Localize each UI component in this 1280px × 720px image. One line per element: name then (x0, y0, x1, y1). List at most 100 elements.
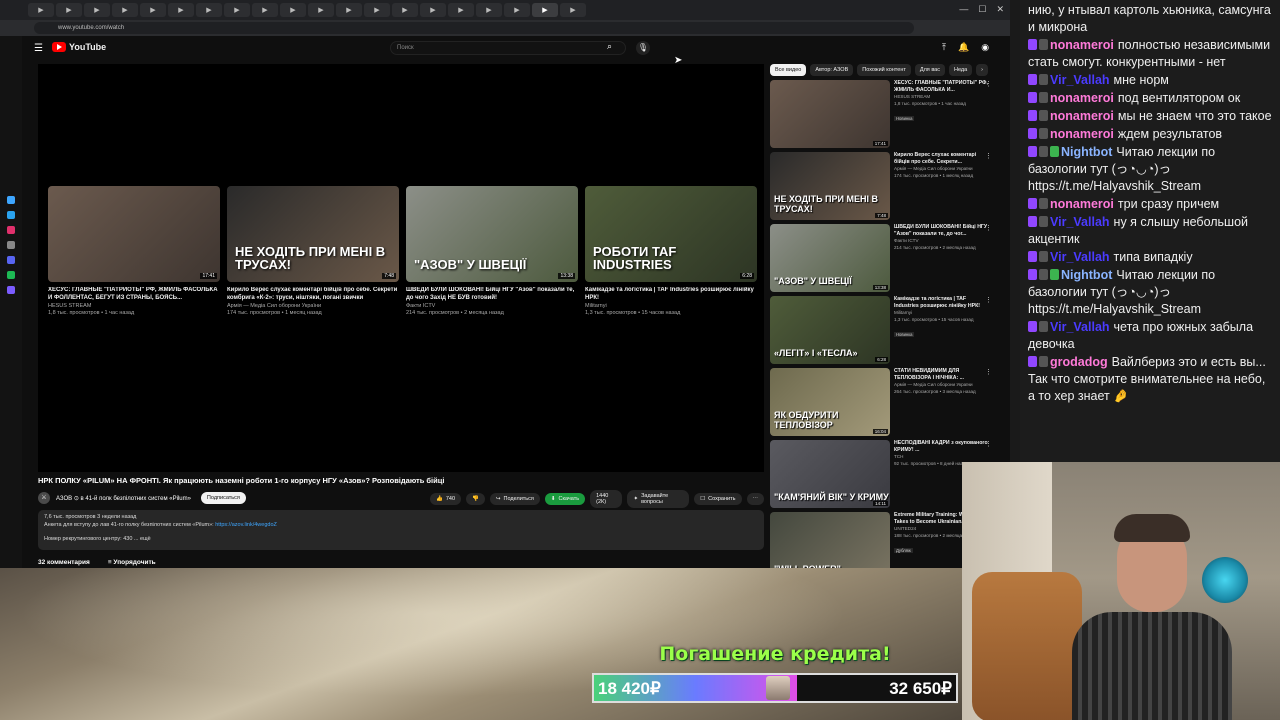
filter-chip[interactable]: Неда (948, 64, 973, 76)
related-video-channel[interactable]: Факти ICTV (894, 238, 990, 244)
sort-comments-button[interactable]: ≡ Упорядочить (108, 559, 156, 566)
filter-chip[interactable]: Все видео (770, 64, 807, 76)
chat-username[interactable]: Nightbot (1061, 268, 1112, 282)
browser-tab[interactable]: ▶ (28, 3, 54, 17)
end-screen-card[interactable]: РОБОТИ TAF INDUSTRIES 6:28 Камікадзе та ло… (585, 186, 757, 317)
related-video-title[interactable]: Кирило Верес слухає коментарі бійців про… (894, 152, 990, 165)
browser-tab[interactable]: ▶ (392, 3, 418, 17)
description-link[interactable]: https://azov.link/4wegdoZ (215, 522, 277, 528)
dock-app-icon[interactable] (7, 196, 15, 204)
video-thumbnail[interactable]: РОБОТИ TAF INDUSTRIES 6:28 (585, 186, 757, 282)
video-player[interactable]: 17:41 ХЕСУС: ГЛАВНЫЕ "ПАТРИОТЫ" РФ, ЖМИЛЬ… (38, 64, 764, 472)
end-screen-card[interactable]: 17:41 ХЕСУС: ГЛАВНЫЕ "ПАТРИОТЫ" РФ, ЖМИЛЬ… (48, 186, 220, 317)
related-video-item[interactable]: ЯК ОБДУРИТИ ТЕПЛОВІЗОР 16:04 СТАТИ НЕВИДИМ… (770, 368, 996, 440)
more-vert-icon[interactable]: ⋮ (985, 296, 992, 304)
youtube-logo[interactable]: YouTube (52, 42, 106, 52)
video-card-title[interactable]: Камікадзе та логістика | TAF Industries … (585, 287, 757, 303)
maximize-icon[interactable]: ☐ (978, 4, 986, 15)
video-thumbnail[interactable]: "КАМ'ЯНИЙ ВІК" У КРИМУ 14:11 (770, 440, 890, 508)
minimize-icon[interactable]: — (959, 4, 968, 15)
search-input[interactable]: Поиск (390, 41, 626, 55)
account-avatar[interactable]: ◉ (981, 42, 989, 53)
microphone-icon[interactable]: 🎙 (636, 41, 650, 55)
chat-username[interactable]: Vir_Vallah (1050, 320, 1110, 334)
download-button[interactable]: ⬇ Скачать (544, 493, 586, 505)
video-thumbnail[interactable]: 17:41 (48, 186, 220, 282)
dock-app-icon[interactable] (7, 271, 15, 279)
browser-tab[interactable]: ▶ (532, 3, 558, 17)
end-screen-card[interactable]: НЕ ХОДІТЬ ПРИ МЕНІ В ТРУСАХ! 7:48 Кирило В… (227, 186, 399, 317)
chat-username[interactable]: Vir_Vallah (1050, 250, 1110, 264)
chat-username[interactable]: nonameroi (1050, 109, 1114, 123)
chat-username[interactable]: nonameroi (1050, 91, 1114, 105)
chat-username[interactable]: Vir_Vallah (1050, 215, 1110, 229)
menu-icon[interactable]: ☰ (34, 43, 43, 54)
video-card-title[interactable]: Кирило Верес слухає коментарі бійців про… (227, 287, 399, 303)
close-icon[interactable]: ✕ (996, 4, 1004, 15)
browser-tab[interactable]: ▶ (476, 3, 502, 17)
chat-username[interactable]: nonameroi (1050, 197, 1114, 211)
related-video-channel[interactable]: ТСН (894, 454, 990, 460)
search-icon[interactable]: ⌕ (607, 41, 612, 52)
download-quality-select[interactable]: 1440 (2К) (590, 490, 623, 508)
browser-tab[interactable]: ▶ (84, 3, 110, 17)
related-video-channel[interactable]: Армія — Медіа Сил оборони України (894, 382, 990, 388)
like-button[interactable]: 👍 740 (430, 493, 462, 505)
browser-tab[interactable]: ▶ (112, 3, 138, 17)
notifications-bell-icon[interactable]: 🔔 (958, 42, 969, 53)
browser-tab[interactable]: ▶ (280, 3, 306, 17)
upload-icon[interactable]: ⤒ (942, 42, 946, 53)
end-screen-card[interactable]: "АЗОВ" У ШВЕЦІЇ 13:38 ШВЕДИ БУЛИ ШОКОВАНІ!… (406, 186, 578, 317)
share-button[interactable]: ↪ Поделиться (489, 493, 540, 505)
description-more[interactable]: Номер рекрутингового центру: 430 ... ещё (44, 536, 758, 544)
video-thumbnail[interactable]: 17:41 (770, 80, 890, 148)
browser-tab[interactable]: ▶ (364, 3, 390, 17)
chat-username[interactable]: Vir_Vallah (1050, 73, 1110, 87)
related-video-title[interactable]: ХЕСУС: ГЛАВНЫЕ "ПАТРИОТЫ" РФ, ЖМИЛЬ ФАСО… (894, 80, 990, 93)
ask-button[interactable]: ✦ Задавайте вопросы (627, 490, 690, 508)
chat-username[interactable]: nonameroi (1050, 127, 1114, 141)
more-actions-button[interactable]: ⋯ (746, 493, 764, 505)
channel-name[interactable]: АЗОВ ⊙ в 41-й полк безпілотних систем «P… (56, 495, 191, 502)
chat-username[interactable]: grodadog (1050, 355, 1108, 369)
chat-username[interactable]: nonameroi (1050, 38, 1114, 52)
related-video-title[interactable]: Камікадзе та логістика | TAF Industries … (894, 296, 990, 309)
video-thumbnail[interactable]: «ЛЕГІТ» І «ТЕСЛА» 6:28 (770, 296, 890, 364)
filter-chip[interactable]: Автор: АЗОВ (810, 64, 854, 76)
related-video-item[interactable]: 17:41 ХЕСУС: ГЛАВНЫЕ "ПАТРИОТЫ" РФ, ЖМИЛЬ… (770, 80, 996, 152)
video-thumbnail[interactable]: "АЗОВ" У ШВЕЦІЇ 13:38 (770, 224, 890, 292)
more-vert-icon[interactable]: ⋮ (985, 152, 992, 160)
video-card-title[interactable]: ШВЕДИ БУЛИ ШОКОВАНІ! Бійці НГУ "Азов" по… (406, 287, 578, 303)
video-thumbnail[interactable]: НЕ ХОДІТЬ ПРИ МЕНІ В ТРУСАХ! 7:48 (227, 186, 399, 282)
related-video-title[interactable]: СТАТИ НЕВИДИМИМ ДЛЯ ТЕПЛОВІЗОРА І НІЧНІК… (894, 368, 990, 381)
browser-tab[interactable]: ▶ (224, 3, 250, 17)
video-thumbnail[interactable]: "АЗОВ" У ШВЕЦІЇ 13:38 (406, 186, 578, 282)
related-video-title[interactable]: НЕСПОДІВАНІ КАДРИ з окупованого КРИМУ! .… (894, 440, 990, 453)
related-video-channel[interactable]: Militarnyi (894, 310, 990, 316)
subscribe-button[interactable]: Подписаться (200, 492, 246, 504)
chevron-right-icon[interactable]: › (976, 64, 989, 76)
browser-tab[interactable]: ▶ (504, 3, 530, 17)
more-vert-icon[interactable]: ⋮ (985, 80, 992, 88)
browser-tab[interactable]: ▶ (560, 3, 586, 17)
dock-app-icon[interactable] (7, 256, 15, 264)
dislike-button[interactable]: 👎 (466, 493, 485, 505)
save-button[interactable]: ☐ Сохранить (694, 493, 742, 505)
browser-tab[interactable]: ▶ (448, 3, 474, 17)
dock-app-icon[interactable] (7, 226, 15, 234)
browser-tab[interactable]: ▶ (420, 3, 446, 17)
dock-app-icon[interactable] (7, 241, 15, 249)
video-description[interactable]: 7,6 тыс. просмотров 3 недели назад Анкет… (38, 510, 764, 550)
related-video-title[interactable]: ШВЕДИ БУЛИ ШОКОВАНІ! Бійці НГУ "Азов" по… (894, 224, 990, 237)
related-video-channel[interactable]: Армія — Медіа Сил оборони України (894, 166, 990, 172)
more-vert-icon[interactable]: ⋮ (985, 440, 992, 448)
browser-tab[interactable]: ▶ (168, 3, 194, 17)
related-video-item[interactable]: НЕ ХОДІТЬ ПРИ МЕНІ В ТРУСАХ! 7:48 Кирило В… (770, 152, 996, 224)
filter-chip[interactable]: Для вас (914, 64, 945, 76)
video-card-title[interactable]: ХЕСУС: ГЛАВНЫЕ "ПАТРИОТЫ" РФ, ЖМИЛЬ ФАСО… (48, 287, 220, 303)
video-thumbnail[interactable]: "WILL POWER" (770, 512, 890, 568)
dock-app-icon[interactable] (7, 211, 15, 219)
related-video-item[interactable]: «ЛЕГІТ» І «ТЕСЛА» 6:28 Камікадзе та логіст… (770, 296, 996, 368)
browser-tab[interactable]: ▶ (252, 3, 278, 17)
channel-avatar[interactable]: ⚔ (38, 492, 50, 504)
